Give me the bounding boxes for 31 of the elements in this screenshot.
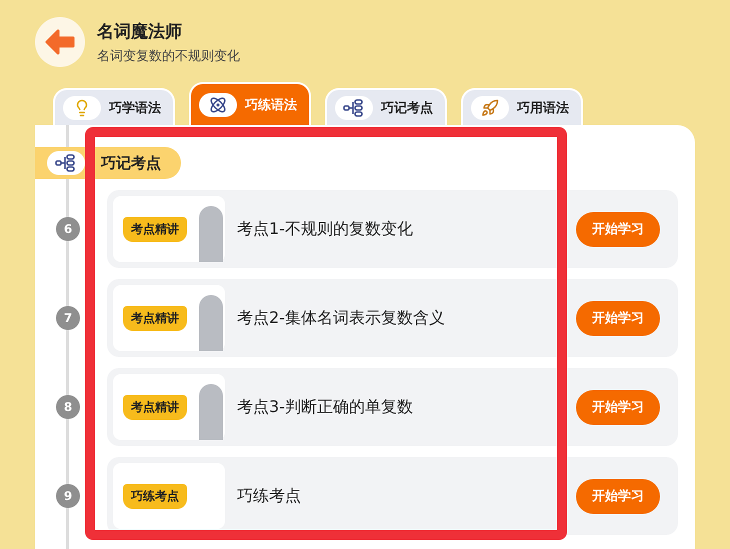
back-button[interactable] [35,17,85,67]
lesson-title: 考点2-集体名词表示复数含义 [237,308,446,328]
lesson-card[interactable]: 考点精讲 考点3-判断正确的单复数 开始学习 [107,368,678,446]
step-number: 7 [56,306,80,330]
lesson-card[interactable]: 考点精讲 考点2-集体名词表示复数含义 开始学习 [107,279,678,357]
lesson-title: 考点1-不规则的复数变化 [237,218,414,240]
tab[interactable]: 巧学语法 [53,88,175,125]
step-number: 6 [56,217,80,241]
nodes-icon [343,98,365,116]
page-subtitle: 名词变复数的不规则变化 [97,48,240,64]
page-title: 名词魔法师 [97,20,183,42]
lesson-card[interactable]: 考点精讲 考点1-不规则的复数变化 开始学习 [107,190,678,268]
thumbnail-banner: 巧练考点 [123,484,187,508]
person-placeholder [199,384,223,440]
atom-icon [209,96,227,114]
thumbnail-banner: 考点精讲 [123,394,187,420]
step-number: 8 [56,395,80,419]
person-placeholder [199,295,223,351]
section-title: 巧记考点 [101,154,161,172]
person-placeholder [199,206,223,262]
rocket-icon [481,98,499,116]
arrow-left-icon [45,29,75,55]
tab[interactable]: 巧记考点 [325,88,447,125]
step-number: 9 [56,484,80,508]
thumbnail-banner: 考点精讲 [123,306,187,330]
lesson-card[interactable]: 巧练考点 巧练考点 开始学习 [107,457,678,535]
lesson-title: 考点3-判断正确的单复数 [237,396,414,418]
nodes-icon [55,154,77,172]
lesson-title: 巧练考点 [237,486,302,506]
tab[interactable]: 巧用语法 [461,88,583,125]
thumbnail-banner: 考点精讲 [123,216,187,242]
